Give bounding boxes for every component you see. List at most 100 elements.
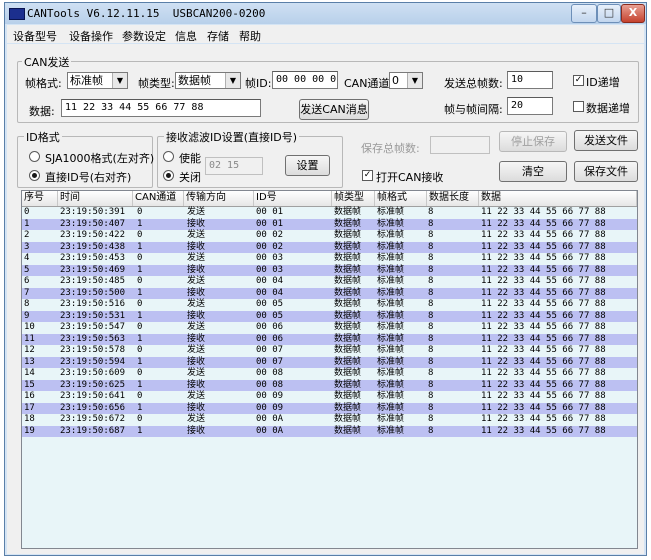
col-id[interactable]: ID号 xyxy=(254,191,332,206)
cell-channel: 0 xyxy=(137,276,143,286)
sja1000-format-radio[interactable] xyxy=(29,151,40,162)
cell-direction: 发送 xyxy=(187,345,206,355)
cell-frame-format: 标准帧 xyxy=(377,218,405,229)
message-list[interactable]: 序号 时间 CAN通道 传输方向 ID号 帧类型 帧格式 数据长度 数据 0 23… xyxy=(21,190,638,549)
data-input[interactable]: 11 22 33 44 55 66 77 88 xyxy=(61,99,261,117)
cell-data: 11 22 33 44 55 66 77 88 xyxy=(481,391,606,401)
table-row[interactable]: 5 23:19:50:469 1 接收 00 03 数据帧 标准帧 8 11 22 33 44 … xyxy=(22,264,637,276)
send-file-button[interactable]: 发送文件 xyxy=(574,130,638,151)
table-row[interactable]: 14 23:19:50:609 0 发送 00 08 数据帧 标准帧 8 11 22 33 44… xyxy=(22,368,637,380)
menu-params[interactable]: 参数设定 xyxy=(122,28,166,44)
table-row[interactable]: 16 23:19:50:641 0 发送 00 09 数据帧 标准帧 8 11 22 33 44… xyxy=(22,391,637,403)
filter-id-input[interactable]: 02 15 xyxy=(205,157,263,175)
save-total-input[interactable] xyxy=(430,136,490,154)
cell-frame-format: 标准帧 xyxy=(377,264,405,275)
cell-frame-type: 数据帧 xyxy=(334,391,362,401)
id-increment-checkbox[interactable]: ✓ xyxy=(573,75,584,86)
filter-set-button[interactable]: 设置 xyxy=(285,155,330,176)
data-increment-checkbox[interactable] xyxy=(573,101,584,112)
menu-device-model[interactable]: 设备型号 xyxy=(13,28,57,44)
cell-id: 00 09 xyxy=(256,391,284,401)
minimize-button[interactable]: – xyxy=(571,4,597,23)
cell-time: 23:19:50:641 xyxy=(60,391,126,401)
cell-frame-format: 标准帧 xyxy=(377,207,405,217)
table-row[interactable]: 10 23:19:50:547 0 发送 00 06 数据帧 标准帧 8 11 22 33 44… xyxy=(22,322,637,334)
cell-time: 23:19:50:672 xyxy=(60,414,126,424)
total-frames-input[interactable]: 10 xyxy=(507,71,553,89)
cell-id: 00 07 xyxy=(256,356,284,367)
can-channel-select[interactable]: 0 ▼ xyxy=(389,72,423,89)
cell-index: 14 xyxy=(24,368,35,378)
table-row[interactable]: 2 23:19:50:422 0 发送 00 02 数据帧 标准帧 8 11 22 33 44 … xyxy=(22,230,637,242)
col-direction[interactable]: 传输方向 xyxy=(184,191,254,206)
table-row[interactable]: 7 23:19:50:500 1 接收 00 04 数据帧 标准帧 8 11 22 33 44 … xyxy=(22,287,637,299)
cell-direction: 接收 xyxy=(187,241,206,252)
table-row[interactable]: 17 23:19:50:656 1 接收 00 09 数据帧 标准帧 8 11 22 33 44… xyxy=(22,402,637,414)
table-row[interactable]: 9 23:19:50:531 1 接收 00 05 数据帧 标准帧 8 11 22 33 44 … xyxy=(22,310,637,322)
cell-frame-type: 数据帧 xyxy=(334,253,362,263)
cell-channel: 0 xyxy=(137,207,143,217)
table-row[interactable]: 3 23:19:50:438 1 接收 00 02 数据帧 标准帧 8 11 22 33 44 … xyxy=(22,241,637,253)
cell-frame-format: 标准帧 xyxy=(377,241,405,252)
total-frames-label: 发送总帧数: xyxy=(444,77,503,90)
col-data-length[interactable]: 数据长度 xyxy=(427,191,479,206)
clear-button[interactable]: 清空 xyxy=(499,161,567,182)
cell-data-length: 8 xyxy=(428,276,434,286)
cell-id: 00 03 xyxy=(256,264,284,275)
table-row[interactable]: 12 23:19:50:578 0 发送 00 07 数据帧 标准帧 8 11 22 33 44… xyxy=(22,345,637,357)
menu-storage[interactable]: 存储 xyxy=(207,28,229,44)
table-row[interactable]: 11 23:19:50:563 1 接收 00 06 数据帧 标准帧 8 11 22 33 44… xyxy=(22,333,637,345)
table-row[interactable]: 18 23:19:50:672 0 发送 00 0A 数据帧 标准帧 8 11 22 33 44… xyxy=(22,414,637,426)
frame-type-label: 帧类型: xyxy=(138,77,175,90)
title-bar[interactable]: CANTools V6.12.11.15 USBCAN200-0200 – □ … xyxy=(5,3,646,24)
cell-data: 11 22 33 44 55 66 77 88 xyxy=(481,253,606,263)
cell-direction: 发送 xyxy=(187,322,206,332)
filter-enable-radio[interactable] xyxy=(163,151,174,162)
table-row[interactable]: 8 23:19:50:516 0 发送 00 05 数据帧 标准帧 8 11 22 33 44 … xyxy=(22,299,637,311)
cell-time: 23:19:50:609 xyxy=(60,368,126,378)
col-channel[interactable]: CAN通道 xyxy=(133,191,184,206)
menu-info[interactable]: 信息 xyxy=(175,28,197,44)
menu-device-ops[interactable]: 设备操作 xyxy=(69,28,113,44)
col-frame-format[interactable]: 帧格式 xyxy=(375,191,427,206)
frame-id-input[interactable]: 00 00 00 01 xyxy=(272,71,338,89)
col-index[interactable]: 序号 xyxy=(22,191,58,206)
open-can-receive-checkbox[interactable]: ✓ xyxy=(362,170,373,181)
table-row[interactable]: 1 23:19:50:407 1 接收 00 01 数据帧 标准帧 8 11 22 33 44 … xyxy=(22,218,637,230)
table-row[interactable]: 19 23:19:50:687 1 接收 00 0A 数据帧 标准帧 8 11 22 33 44… xyxy=(22,425,637,437)
filter-disable-radio[interactable] xyxy=(163,170,174,181)
stop-save-button[interactable]: 停止保存 xyxy=(499,131,567,152)
chevron-down-icon: ▼ xyxy=(112,73,127,88)
cell-time: 23:19:50:563 xyxy=(60,333,126,344)
cell-data-length: 8 xyxy=(428,322,434,332)
cell-direction: 发送 xyxy=(187,391,206,401)
table-row[interactable]: 4 23:19:50:453 0 发送 00 03 数据帧 标准帧 8 11 22 33 44 … xyxy=(22,253,637,265)
menu-help[interactable]: 帮助 xyxy=(239,28,261,44)
table-row[interactable]: 13 23:19:50:594 1 接收 00 07 数据帧 标准帧 8 11 22 33 44… xyxy=(22,356,637,368)
cell-data: 11 22 33 44 55 66 77 88 xyxy=(481,241,606,252)
table-row[interactable]: 0 23:19:50:391 0 发送 00 01 数据帧 标准帧 8 11 22 33 44 … xyxy=(22,207,637,219)
maximize-button[interactable]: □ xyxy=(597,4,621,23)
cell-id: 00 03 xyxy=(256,253,284,263)
cell-index: 11 xyxy=(24,333,35,344)
col-time[interactable]: 时间 xyxy=(58,191,133,206)
cell-data-length: 8 xyxy=(428,333,434,344)
cell-channel: 0 xyxy=(137,322,143,332)
cell-frame-type: 数据帧 xyxy=(334,264,362,275)
cell-direction: 接收 xyxy=(187,356,206,367)
cell-channel: 0 xyxy=(137,414,143,424)
interval-input[interactable]: 20 xyxy=(507,97,553,115)
send-can-message-button[interactable]: 发送CAN消息 xyxy=(299,99,369,120)
table-row[interactable]: 15 23:19:50:625 1 接收 00 08 数据帧 标准帧 8 11 22 33 44… xyxy=(22,379,637,391)
frame-type-select[interactable]: 数据帧 ▼ xyxy=(175,72,241,89)
cell-data-length: 8 xyxy=(428,287,434,298)
cell-index: 19 xyxy=(24,425,35,436)
direct-id-radio[interactable] xyxy=(29,170,40,181)
cell-data: 11 22 33 44 55 66 77 88 xyxy=(481,299,606,309)
frame-format-select[interactable]: 标准帧 ▼ xyxy=(67,72,128,89)
close-button[interactable]: X xyxy=(621,4,645,23)
table-row[interactable]: 6 23:19:50:485 0 发送 00 04 数据帧 标准帧 8 11 22 33 44 … xyxy=(22,276,637,288)
col-frame-type[interactable]: 帧类型 xyxy=(332,191,375,206)
col-data[interactable]: 数据 xyxy=(479,191,637,206)
save-file-button[interactable]: 保存文件 xyxy=(574,161,638,182)
